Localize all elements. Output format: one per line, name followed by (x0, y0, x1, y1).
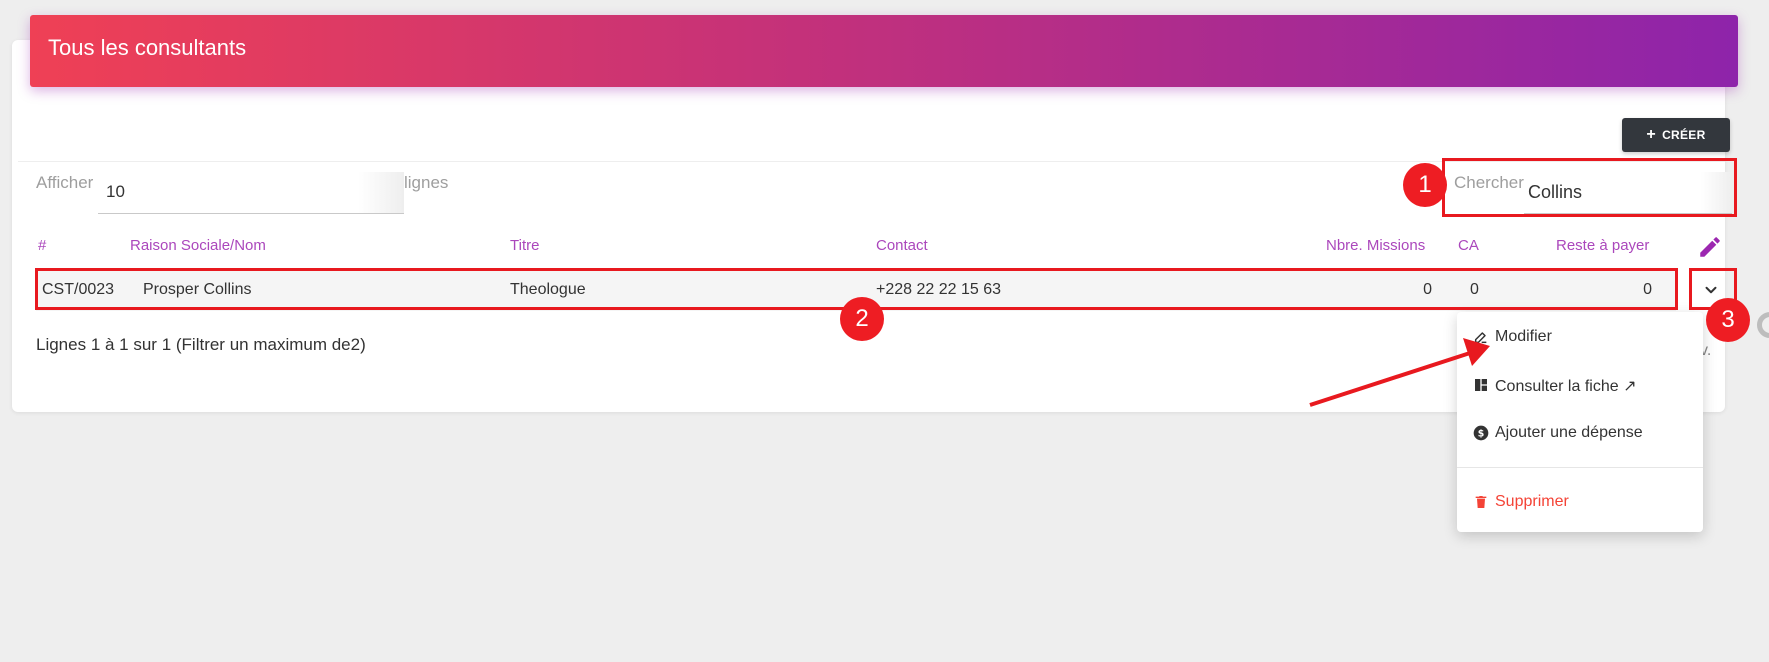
annotation-arrow (1309, 338, 1490, 407)
